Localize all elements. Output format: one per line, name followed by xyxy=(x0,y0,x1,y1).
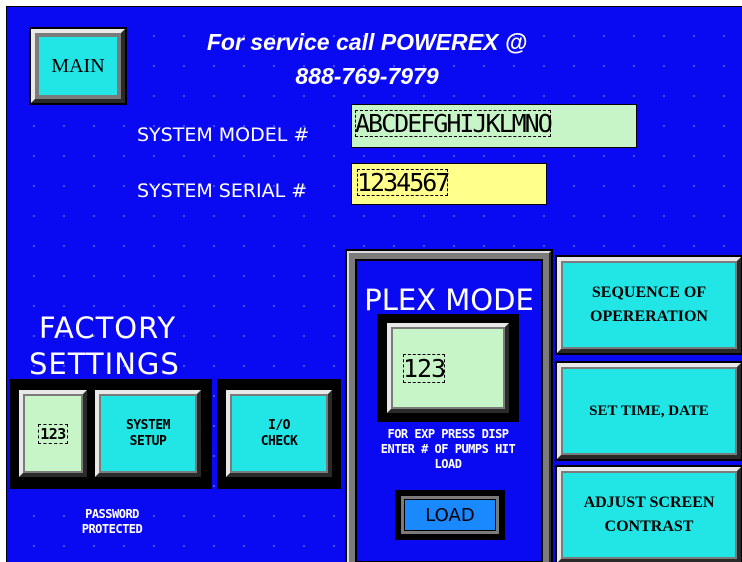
sequence-of-operation-label: SEQUENCE OF OPERERATION xyxy=(590,284,708,325)
factory-settings-title-line1: FACTORY xyxy=(39,311,177,345)
system-model-label: SYSTEM MODEL # xyxy=(137,124,310,146)
adjust-screen-contrast-label: ADJUST SCREEN CONTRAST xyxy=(583,494,715,535)
main-button-label: MAIN xyxy=(51,54,105,77)
system-setup-label: SYSTEM SETUP xyxy=(126,417,170,449)
password-protected-note: PASSWORD PROTECTED xyxy=(81,507,143,536)
plex-mode-title: PLEX MODE xyxy=(364,283,534,317)
service-title: For service call POWEREX @ xyxy=(206,29,528,55)
password-entry-value: 123 xyxy=(38,423,68,444)
io-check-label: I/O CHECK xyxy=(260,417,298,449)
factory-settings-title-line2: SETTINGS xyxy=(29,347,180,381)
set-time-date-label: SET TIME, DATE xyxy=(589,403,709,419)
adjust-screen-contrast-button[interactable]: ADJUST SCREEN CONTRAST xyxy=(557,467,741,562)
password-entry[interactable]: 123 xyxy=(19,390,87,477)
plex-mode-value: 123 xyxy=(403,353,446,383)
sequence-of-operation-button[interactable]: SEQUENCE OF OPERERATION xyxy=(557,257,741,353)
plex-mode-display[interactable]: 123 xyxy=(387,323,509,413)
system-model-field[interactable]: ABCDEFGHIJKLMNO xyxy=(351,104,637,148)
system-serial-field[interactable]: 1234567 xyxy=(351,163,547,205)
load-button[interactable]: LOAD xyxy=(401,496,499,534)
service-phone: 888-769-7979 xyxy=(295,63,439,89)
hmi-screen: MAIN For service call POWEREX @ 888-769-… xyxy=(6,6,742,562)
system-setup-button[interactable]: SYSTEM SETUP xyxy=(95,390,201,477)
system-serial-value: 1234567 xyxy=(357,168,450,197)
io-check-button[interactable]: I/O CHECK xyxy=(226,390,332,477)
system-model-value: ABCDEFGHIJKLMNO xyxy=(354,109,553,138)
load-button-label: LOAD xyxy=(425,504,475,526)
set-time-date-button[interactable]: SET TIME, DATE xyxy=(557,363,741,459)
plex-instructions: FOR EXP PRESS DISP ENTER # OF PUMPS HIT … xyxy=(380,427,516,471)
system-serial-label: SYSTEM SERIAL # xyxy=(137,180,308,202)
